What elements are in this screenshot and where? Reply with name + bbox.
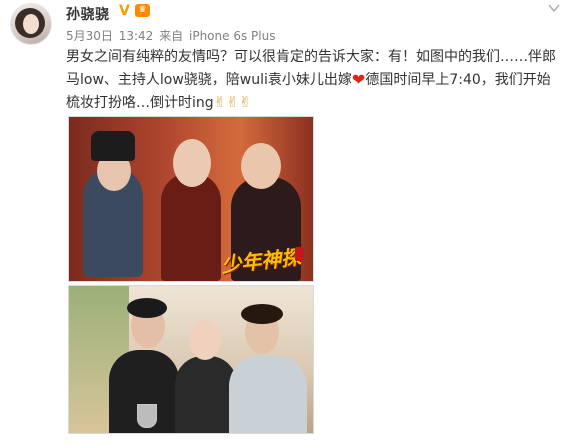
person-face xyxy=(189,320,221,360)
post-image-2[interactable] xyxy=(68,285,314,434)
victory-emoji-icon: ✌ xyxy=(238,93,252,111)
person-face xyxy=(241,143,281,189)
avatar[interactable] xyxy=(10,3,52,45)
person-figure xyxy=(229,356,307,433)
caption-seal xyxy=(295,247,304,261)
heart-emoji-icon: ❤ xyxy=(351,70,366,89)
post-date[interactable]: 5月30日 xyxy=(66,29,113,43)
person-figure xyxy=(161,173,221,281)
person-face xyxy=(173,139,211,187)
person-hair xyxy=(241,304,283,324)
person-hair xyxy=(127,298,167,318)
wine-glass xyxy=(137,404,157,428)
post-source[interactable]: iPhone 6s Plus xyxy=(189,29,275,43)
verified-v-icon: V xyxy=(119,3,130,19)
post-content: 男女之间有纯粹的友情吗？可以很肯定的告诉大家：有！如图中的我们……伴郎马low、… xyxy=(66,46,560,115)
chevron-down-icon[interactable] xyxy=(547,2,561,14)
post-time[interactable]: 13:42 xyxy=(119,29,154,43)
username[interactable]: 孙骁骁 xyxy=(66,4,110,24)
victory-emoji-icon: ✌ xyxy=(226,93,239,111)
victory-emoji-icon: ✌ xyxy=(213,93,227,111)
person-hat xyxy=(91,131,135,161)
vip-crown-icon: ♛ xyxy=(135,4,150,17)
post-source-prefix: 来自 xyxy=(159,29,184,43)
person-figure xyxy=(175,356,237,433)
post-meta: 5月30日 13:42 来自 iPhone 6s Plus xyxy=(66,27,277,44)
avatar-face xyxy=(23,14,39,34)
post-image-1[interactable]: 少年神探 xyxy=(68,116,314,282)
